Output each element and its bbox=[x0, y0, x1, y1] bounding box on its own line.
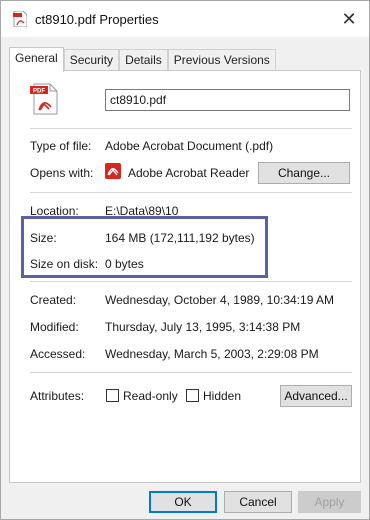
created-label: Created: bbox=[30, 293, 77, 307]
modified-label: Modified: bbox=[30, 320, 79, 334]
hidden-checkbox[interactable] bbox=[186, 389, 199, 402]
tab-details[interactable]: Details bbox=[119, 49, 168, 71]
tab-previous-versions[interactable]: Previous Versions bbox=[167, 49, 276, 71]
tab-security[interactable]: Security bbox=[63, 49, 120, 71]
change-button[interactable]: Change... bbox=[258, 162, 350, 184]
pdf-icon-label: PDF bbox=[33, 89, 45, 95]
opens-with-label: Opens with: bbox=[30, 166, 94, 180]
pdf-large-icon: PDF bbox=[30, 83, 58, 115]
advanced-button[interactable]: Advanced... bbox=[280, 385, 352, 407]
attributes-label: Attributes: bbox=[30, 389, 85, 403]
filename-field[interactable]: ct8910.pdf bbox=[105, 89, 350, 111]
properties-window: ct8910.pdf Properties ✕ General Security… bbox=[0, 0, 370, 520]
accessed-label: Accessed: bbox=[30, 347, 86, 361]
hidden-label: Hidden bbox=[203, 389, 242, 403]
type-value: Adobe Acrobat Document (.pdf) bbox=[105, 139, 274, 153]
tab-strip: General Security Details Previous Versio… bbox=[9, 47, 276, 72]
acrobat-reader-icon bbox=[105, 163, 121, 179]
close-button[interactable]: ✕ bbox=[329, 1, 369, 37]
ok-button[interactable]: OK bbox=[149, 491, 217, 513]
separator bbox=[30, 372, 352, 373]
readonly-label: Read-only bbox=[123, 389, 178, 403]
opens-with-value: Adobe Acrobat Reader bbox=[128, 166, 250, 180]
tab-general[interactable]: General bbox=[9, 47, 64, 72]
title-bar: ct8910.pdf Properties ✕ bbox=[1, 1, 369, 37]
readonly-checkbox[interactable] bbox=[106, 389, 119, 402]
separator bbox=[30, 128, 352, 129]
highlight-box bbox=[21, 216, 268, 278]
cancel-button[interactable]: Cancel bbox=[224, 491, 292, 513]
window-title: ct8910.pdf Properties bbox=[35, 12, 159, 27]
close-icon: ✕ bbox=[341, 8, 357, 29]
separator bbox=[30, 281, 352, 282]
apply-button[interactable]: Apply bbox=[298, 491, 361, 513]
separator bbox=[30, 192, 352, 193]
modified-value: Thursday, July 13, 1995, 3:14:38 PM bbox=[105, 320, 301, 334]
pdf-file-icon bbox=[13, 11, 27, 27]
type-label: Type of file: bbox=[30, 139, 92, 153]
created-value: Wednesday, October 4, 1989, 10:34:19 AM bbox=[105, 293, 335, 307]
accessed-value: Wednesday, March 5, 2003, 2:29:08 PM bbox=[105, 347, 319, 361]
